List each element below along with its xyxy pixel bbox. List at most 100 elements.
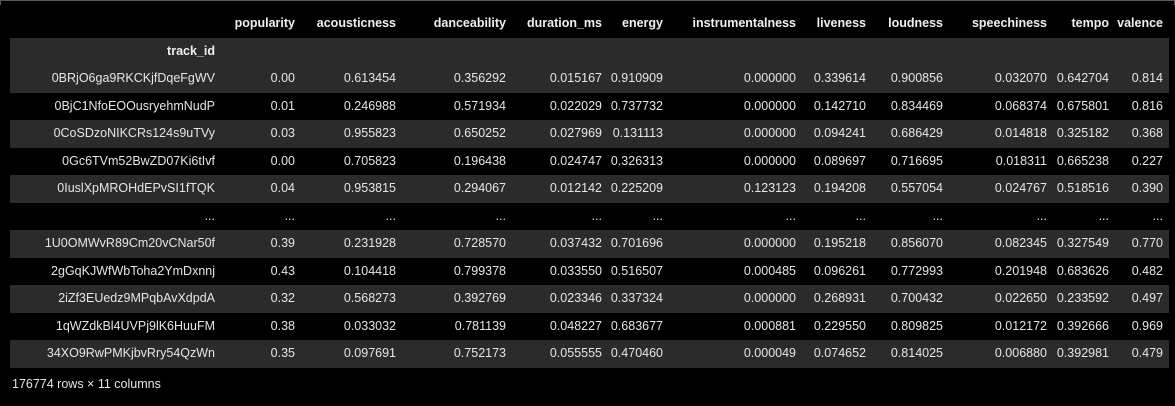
cell-tempo: 0.518516 [1056, 181, 1109, 195]
column-header-instrumentalness: instrumentalness [692, 16, 796, 30]
cell-energy: 0.337324 [610, 291, 663, 305]
cell-valence: 0.814 [1131, 71, 1163, 85]
cell-duration-ms: 0.022029 [549, 98, 602, 113]
row-index-label: 2gGqKJWfWbToha2YmDxnnj [51, 263, 215, 278]
index-name-row-blank [608, 37, 669, 65]
cell-popularity: 0.01 [270, 98, 295, 113]
cell-danceability: 0.650252 [453, 126, 506, 140]
cell-tempo: 0.392981 [1056, 346, 1109, 360]
row-index-label: 0IuslXpMROHdEPvSI1fTQK [57, 181, 215, 195]
cell-tempo: 0.683626 [1056, 263, 1109, 278]
cell-loudness: ... [932, 208, 943, 223]
index-name-header: track_id [10, 37, 221, 65]
index-name-row-blank [402, 37, 512, 65]
cell-duration-ms: 0.024747 [549, 153, 602, 168]
cell-instrumentalness: 0.000049 [743, 346, 796, 360]
cell-tempo: 0.327549 [1056, 236, 1109, 250]
cell-instrumentalness: 0.000000 [743, 126, 796, 140]
table-row: 1U0OMWvR89Cm20vCNar50f 0.39 0.231928 0.7285… [10, 230, 1169, 258]
cell-instrumentalness: 0.000000 [743, 236, 796, 250]
cell-liveness: 0.195218 [813, 236, 866, 250]
cell-tempo: 0.233592 [1056, 291, 1109, 305]
row-index-label: ... [204, 208, 215, 223]
cell-danceability: 0.571934 [453, 98, 506, 113]
column-header-loudness: loudness [888, 16, 943, 30]
cell-acousticness: 0.231928 [343, 236, 396, 250]
table-row: 0IuslXpMROHdEPvSI1fTQK 0.04 0.953815 0.2940… [10, 175, 1169, 203]
table-row: 0Gc6TVm52BwZD07Ki6tIvf 0.00 0.705823 0.1964… [10, 147, 1169, 175]
cell-acousticness: ... [385, 208, 396, 223]
cell-liveness: 0.142710 [813, 98, 866, 113]
cell-acousticness: 0.955823 [343, 126, 396, 140]
row-index-label: 34XO9RwPMKjbvRry54QzWn [46, 346, 215, 360]
cell-valence: 0.770 [1131, 236, 1163, 250]
cell-loudness: 0.716695 [890, 153, 943, 168]
cell-duration-ms: 0.012142 [549, 181, 602, 195]
cell-tempo: 0.675801 [1056, 98, 1109, 113]
table-row: 2iZf3EUedz9MPqbAvXdpdA 0.32 0.568273 0.3927… [10, 285, 1169, 313]
cell-acousticness: 0.568273 [343, 291, 396, 305]
cell-instrumentalness: ... [785, 208, 796, 223]
index-name-row-blank [221, 37, 301, 65]
cell-tempo: 0.642704 [1056, 71, 1109, 85]
cell-instrumentalness: 0.000485 [743, 263, 796, 278]
cell-acousticness: 0.246988 [343, 98, 396, 113]
cell-acousticness: 0.705823 [343, 153, 396, 168]
cell-speechiness: 0.014818 [994, 126, 1047, 140]
row-index-label: 1U0OMWvR89Cm20vCNar50f [44, 236, 215, 250]
cell-speechiness: 0.068374 [994, 98, 1047, 113]
cell-acousticness: 0.953815 [343, 181, 396, 195]
cell-loudness: 0.557054 [890, 181, 943, 195]
cell-danceability: 0.728570 [453, 236, 506, 250]
cell-energy: 0.516507 [610, 263, 663, 278]
header-blank-cell [10, 10, 221, 38]
index-name-row-blank [512, 37, 608, 65]
cell-liveness: 0.094241 [813, 126, 866, 140]
cell-energy: ... [652, 208, 663, 223]
cell-duration-ms: 0.055555 [549, 346, 602, 360]
cell-instrumentalness: 0.123123 [743, 181, 796, 195]
cell-instrumentalness: 0.000000 [743, 98, 796, 113]
column-header-popularity: popularity [234, 16, 295, 30]
index-name-row: track_id [10, 37, 1169, 65]
cell-loudness: 0.814025 [890, 346, 943, 360]
ellipsis-row: .................................... [10, 202, 1169, 230]
cell-popularity: ... [284, 208, 295, 223]
cell-valence: 0.969 [1131, 318, 1163, 333]
cell-acousticness: 0.613454 [343, 71, 396, 85]
cell-popularity: 0.00 [270, 71, 295, 85]
cell-liveness: 0.089697 [813, 153, 866, 168]
cell-speechiness: 0.012172 [994, 318, 1047, 333]
table-row: 0CoSDzoNIKCRs124s9uTVy 0.03 0.955823 0.6502… [10, 120, 1169, 148]
cell-liveness: 0.268931 [813, 291, 866, 305]
cell-valence: 0.368 [1131, 126, 1163, 140]
row-index-label: 2iZf3EUedz9MPqbAvXdpdA [58, 291, 215, 305]
cell-energy: 0.131113 [612, 126, 663, 140]
cell-output-border [0, 0, 1175, 5]
cell-liveness: 0.096261 [813, 263, 866, 278]
cell-liveness: 0.229550 [813, 318, 866, 333]
cell-liveness: 0.194208 [813, 181, 866, 195]
index-name-row-blank [301, 37, 402, 65]
index-name-row-blank [872, 37, 949, 65]
cell-speechiness: 0.201948 [994, 263, 1047, 278]
dataframe-table: popularity acousticness danceability durati… [10, 10, 1169, 368]
cell-valence: 0.497 [1131, 291, 1163, 305]
table-header: popularity acousticness danceability durati… [10, 10, 1169, 65]
row-index-label: 0CoSDzoNIKCRs124s9uTVy [53, 126, 215, 140]
cell-valence: 0.227 [1131, 153, 1163, 168]
index-name-row-blank [1115, 37, 1169, 65]
cell-popularity: 0.35 [270, 346, 295, 360]
column-header-row: popularity acousticness danceability durati… [10, 10, 1169, 38]
cell-danceability: 0.799378 [453, 263, 506, 278]
cell-danceability: 0.196438 [453, 153, 506, 168]
column-header-danceability: danceability [433, 16, 506, 30]
cell-energy: 0.910909 [610, 71, 663, 85]
dataframe-shape-label: 176774 rows × 11 columns [12, 377, 161, 391]
cell-speechiness: 0.024767 [994, 181, 1047, 195]
cell-duration-ms: 0.027969 [549, 126, 602, 140]
table-row: 34XO9RwPMKjbvRry54QzWn 0.35 0.097691 0.7521… [10, 340, 1169, 368]
cell-energy: 0.225209 [610, 181, 663, 195]
cell-loudness: 0.772993 [890, 263, 943, 278]
column-header-valence: valence [1117, 16, 1163, 30]
